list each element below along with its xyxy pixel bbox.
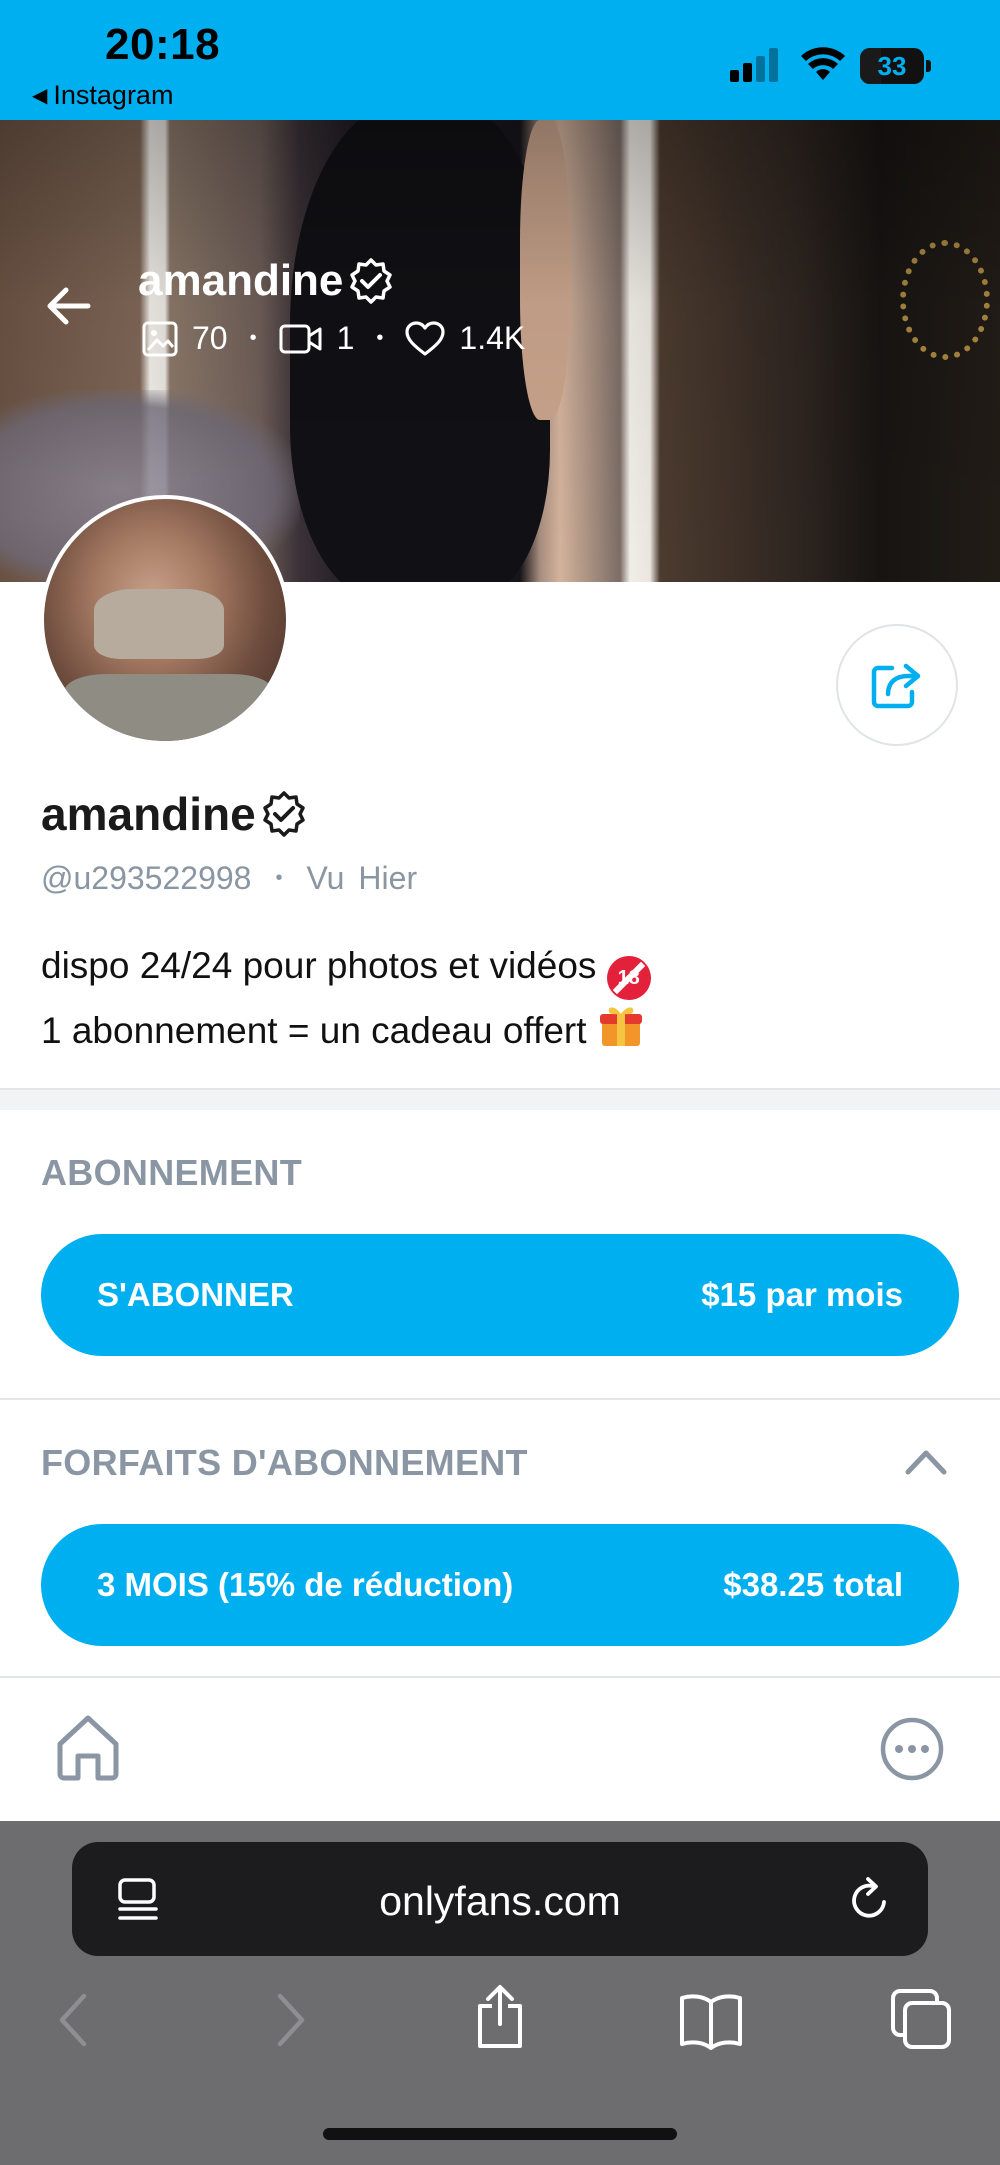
video-icon bbox=[279, 324, 322, 353]
section-divider bbox=[0, 1676, 1000, 1678]
battery-icon: 33 bbox=[860, 48, 932, 84]
photos-count: 70 bbox=[192, 320, 228, 356]
back-icon[interactable] bbox=[56, 1990, 90, 2050]
bundle-price: $38.25 total bbox=[723, 1566, 903, 1603]
tabs-icon[interactable] bbox=[890, 1988, 952, 2050]
bio-line: 1 abonnement = un cadeau offert bbox=[41, 1000, 651, 1062]
home-indicator[interactable] bbox=[323, 2128, 677, 2140]
reload-icon[interactable] bbox=[848, 1876, 892, 1922]
bundles-section-title: FORFAITS D'ABONNEMENT bbox=[41, 1442, 528, 1483]
photo-icon bbox=[142, 321, 178, 356]
photos-stat: 70 bbox=[142, 320, 228, 357]
profile-handle: @u293522998 bbox=[41, 860, 252, 896]
chevron-up-icon[interactable] bbox=[904, 1444, 948, 1478]
subscribe-button[interactable]: S'ABONNER $15 par mois bbox=[41, 1234, 959, 1356]
url-text: onlyfans.com bbox=[379, 1878, 621, 1924]
no-under-18-icon: 18 bbox=[606, 956, 651, 1000]
cover-stats: 70 • 1 • 1.4K bbox=[142, 320, 525, 357]
avatar[interactable] bbox=[40, 495, 290, 745]
cover-name-text: amandine bbox=[138, 256, 344, 305]
gift-icon bbox=[599, 1007, 642, 1046]
home-icon[interactable] bbox=[52, 1712, 124, 1782]
bundle-3-months-button[interactable]: 3 MOIS (15% de réduction) $38.25 total bbox=[41, 1524, 959, 1646]
profile-name-text: amandine bbox=[41, 788, 256, 840]
bio-line-2: 1 abonnement = un cadeau offert bbox=[41, 1010, 587, 1051]
back-triangle-icon: ◀ bbox=[32, 85, 48, 107]
share-icon bbox=[871, 663, 921, 709]
likes-stat: 1.4K bbox=[405, 320, 525, 357]
bio-line-1: dispo 24/24 pour photos et vidéos bbox=[41, 945, 597, 986]
signal-icon bbox=[730, 48, 782, 82]
videos-count: 1 bbox=[336, 320, 355, 356]
share-icon[interactable] bbox=[472, 1984, 528, 2050]
likes-count: 1.4K bbox=[459, 320, 526, 356]
profile-bio: dispo 24/24 pour photos et vidéos 18 1 a… bbox=[41, 935, 651, 1062]
section-divider bbox=[0, 1088, 1000, 1110]
last-seen-value: Hier bbox=[358, 860, 418, 896]
wifi-icon bbox=[801, 47, 845, 80]
verified-badge-icon bbox=[350, 258, 393, 304]
address-bar[interactable]: onlyfans.com bbox=[72, 1842, 928, 1956]
back-to-app-link[interactable]: ◀ Instagram bbox=[32, 80, 173, 111]
section-divider bbox=[0, 1398, 1000, 1400]
handle-row: @u293522998 • Vu Hier bbox=[41, 860, 418, 896]
subscription-section-title: ABONNEMENT bbox=[41, 1152, 302, 1193]
status-time: 20:18 bbox=[105, 20, 221, 69]
bio-line: dispo 24/24 pour photos et vidéos 18 bbox=[41, 935, 651, 1000]
battery-level: 33 bbox=[877, 51, 907, 81]
forward-icon[interactable] bbox=[274, 1990, 308, 2050]
cover-username: amandine bbox=[138, 256, 395, 306]
profile-name: amandine bbox=[41, 787, 308, 841]
more-options-icon[interactable] bbox=[879, 1716, 945, 1782]
videos-stat: 1 bbox=[279, 320, 355, 357]
bundle-label: 3 MOIS (15% de réduction) bbox=[97, 1566, 514, 1603]
back-app-label: Instagram bbox=[53, 80, 174, 110]
bookmarks-icon[interactable] bbox=[678, 1990, 744, 2050]
subscribe-button-price: $15 par mois bbox=[701, 1276, 903, 1313]
heart-icon bbox=[405, 320, 446, 356]
last-seen-prefix: Vu bbox=[306, 860, 345, 896]
back-arrow-icon[interactable] bbox=[44, 282, 92, 330]
status-bar: 20:18 ◀ Instagram 33 bbox=[0, 0, 1000, 120]
subscribe-button-label: S'ABONNER bbox=[97, 1276, 294, 1313]
share-profile-button[interactable] bbox=[836, 624, 958, 746]
verified-badge-icon bbox=[262, 791, 305, 837]
